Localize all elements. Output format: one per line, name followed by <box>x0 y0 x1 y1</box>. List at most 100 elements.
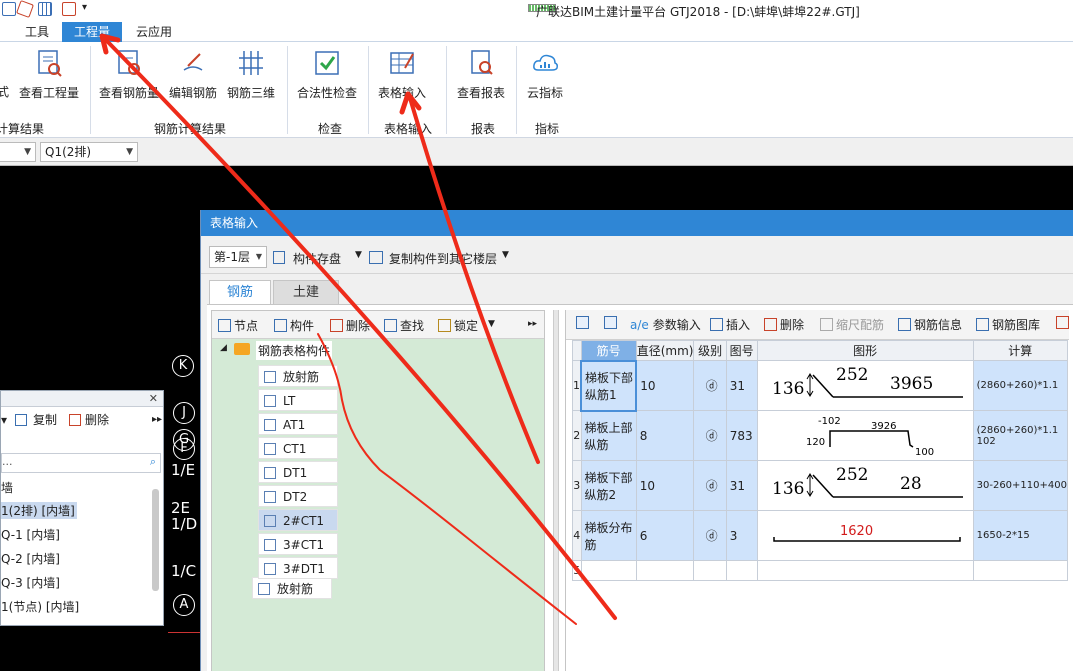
collapse-icon[interactable]: ◢ <box>220 343 227 353</box>
floor-select[interactable]: 第-1层 ▼ <box>209 246 267 268</box>
move-down-button[interactable] <box>604 316 620 330</box>
tree-root[interactable]: 钢筋表格构件 <box>256 341 333 360</box>
grade-cell[interactable]: ⓓ <box>693 360 727 411</box>
tree-item[interactable]: CT1 <box>258 437 338 459</box>
chevron-down-icon[interactable]: ▼ <box>488 319 495 329</box>
export-button[interactable] <box>1056 316 1072 330</box>
grade-cell[interactable] <box>693 560 727 581</box>
diameter-cell[interactable]: 8 <box>635 410 695 461</box>
figure-cell[interactable]: 783 <box>725 410 758 461</box>
header-figure-no[interactable]: 图号 <box>725 340 758 361</box>
table-row[interactable]: 1 梯板下部纵筋1 10 ⓓ 31 136 252 3965 (2860+260… <box>572 359 1069 412</box>
close-icon[interactable]: ✕ <box>149 392 158 405</box>
calc-cell[interactable]: 1650-2*15 <box>972 510 1069 561</box>
diameter-cell[interactable]: 6 <box>635 510 695 561</box>
list-item[interactable]: Q-2 [内墙] <box>1 550 60 567</box>
rebar-name-cell[interactable]: 梯板上部纵筋 <box>580 410 637 461</box>
figure-cell[interactable]: 31 <box>725 460 758 511</box>
chevron-down-icon[interactable]: ▾ <box>1 409 7 431</box>
insert-button[interactable]: 插入 <box>710 316 750 333</box>
list-item[interactable]: Q-1 [内墙] <box>1 526 60 543</box>
floor-combo[interactable]: ▼ <box>0 142 36 162</box>
pane-splitter[interactable] <box>553 310 559 671</box>
search-icon[interactable]: ⌕ <box>150 455 156 469</box>
copy-button[interactable]: 复制 <box>33 409 57 431</box>
rebar-name-cell[interactable]: 梯板分布筋 <box>580 510 637 561</box>
header-shape[interactable]: 图形 <box>756 340 974 361</box>
component-combo[interactable]: Q1(2排) ▼ <box>40 142 138 162</box>
rebar-3d-button[interactable]: 钢筋三维 <box>226 48 276 101</box>
table-row[interactable]: 5 <box>572 560 1069 581</box>
formula-button[interactable]: 式 <box>0 83 12 100</box>
grade-cell[interactable]: ⓓ <box>693 460 727 511</box>
table-row[interactable]: 4 梯板分布筋 6 ⓓ 3 1620 1650-2*15 <box>572 510 1069 561</box>
app-icon[interactable] <box>2 2 16 16</box>
tree-item[interactable]: DT2 <box>258 485 338 507</box>
lock-button[interactable]: 锁定 <box>438 317 478 334</box>
scale-rebar-button[interactable]: 缩尺配筋 <box>820 316 884 333</box>
validity-check-button[interactable]: 合法性检查 <box>296 48 358 101</box>
header-rebar-no[interactable]: 筋号 <box>580 340 637 361</box>
shape-cell[interactable] <box>756 560 974 581</box>
table-row[interactable]: 3 梯板下部纵筋2 10 ⓓ 31 136 252 28 30-260+110+… <box>572 460 1069 511</box>
rebar-info-button[interactable]: 钢筋信息 <box>898 316 962 333</box>
param-input-button[interactable]: a/e 参数输入 <box>630 316 701 333</box>
figure-cell[interactable] <box>725 560 758 581</box>
tree-item[interactable]: 3#DT1 <box>258 557 338 579</box>
rebar-name-cell[interactable]: 梯板下部纵筋1 <box>579 359 638 412</box>
more-icon[interactable]: ▸▸ <box>528 319 537 329</box>
tab-quantities[interactable]: 工程量 <box>62 22 123 42</box>
list-item[interactable]: 墙 <box>1 479 13 496</box>
rebar-name-cell[interactable] <box>580 560 637 581</box>
more-icon[interactable]: ▸▸ <box>152 409 162 431</box>
tab-rebar[interactable]: 钢筋 <box>209 280 271 304</box>
delete-row-button[interactable]: 删除 <box>764 316 804 333</box>
edit-rebar-button[interactable]: 编辑钢筋 <box>168 48 218 101</box>
figure-cell[interactable]: 3 <box>725 510 758 561</box>
tree-item[interactable]: LT <box>258 389 338 411</box>
tree-item[interactable]: 放射筋 <box>252 577 332 599</box>
calc-cell[interactable]: (2860+260)*1.1 102 <box>972 410 1069 461</box>
delete-component-button[interactable]: 删除 <box>330 317 370 334</box>
diameter-cell[interactable]: 10 <box>635 460 695 511</box>
list-item[interactable]: 1(节点) [内墙] <box>1 598 79 615</box>
tab-civil[interactable]: 土建 <box>273 280 339 304</box>
calc-cell[interactable]: 30-260+110+400 <box>972 460 1069 511</box>
header-grade[interactable]: 级别 <box>693 340 727 361</box>
tree-item[interactable]: 3#CT1 <box>258 533 338 555</box>
list-item[interactable]: Q-3 [内墙] <box>1 574 60 591</box>
view-quantity-button[interactable]: 查看工程量 <box>16 48 82 101</box>
rebar-name-cell[interactable]: 梯板下部纵筋2 <box>580 460 637 511</box>
find-button[interactable]: 查找 <box>384 317 424 334</box>
view-report-button[interactable]: 查看报表 <box>455 48 507 101</box>
search-input[interactable]: ... ⌕ <box>1 453 161 473</box>
table-row[interactable]: 2 梯板上部纵筋 8 ⓓ 783 -102 3926 120 100 (2860… <box>572 410 1069 461</box>
chevron-down-icon[interactable]: ▼ <box>355 250 362 260</box>
grade-cell[interactable]: ⓓ <box>693 410 727 461</box>
grid-icon[interactable] <box>38 2 52 16</box>
tab-tools[interactable]: 工具 <box>13 22 61 42</box>
shape-cell[interactable]: 136 252 28 <box>756 460 974 511</box>
view-rebar-quantity-button[interactable]: 查看钢筋量 <box>98 48 160 101</box>
delete-button[interactable]: 删除 <box>85 409 109 431</box>
rebar-library-button[interactable]: 钢筋图库 <box>976 316 1040 333</box>
header-diameter[interactable]: 直径(mm) <box>635 340 695 361</box>
figure-cell[interactable]: 31 <box>725 360 758 411</box>
new-file-icon[interactable] <box>62 2 76 16</box>
diameter-cell[interactable]: 10 <box>635 360 695 411</box>
shape-cell[interactable]: -102 3926 120 100 <box>756 410 974 461</box>
tree-item[interactable]: DT1 <box>258 461 338 483</box>
tree-item[interactable]: 2#CT1 <box>258 509 338 531</box>
scrollbar[interactable] <box>152 489 159 591</box>
add-component-button[interactable]: 构件 <box>274 317 314 334</box>
shape-cell[interactable]: 1620 <box>756 510 974 561</box>
copy-to-floors-button[interactable]: 复制构件到其它楼层 <box>389 250 497 267</box>
chevron-down-icon[interactable]: ▼ <box>502 250 509 260</box>
table-input-button[interactable]: 表格输入 <box>376 48 428 101</box>
tab-cloud-apps[interactable]: 云应用 <box>124 22 184 42</box>
quick-access-dropdown-icon[interactable]: ▾ <box>82 2 87 13</box>
save-components-button[interactable]: 构件存盘 <box>290 250 341 267</box>
move-up-button[interactable] <box>576 316 592 330</box>
cloud-index-button[interactable]: 云指标 <box>524 48 566 101</box>
shape-cell[interactable]: 136 252 3965 <box>756 360 974 411</box>
